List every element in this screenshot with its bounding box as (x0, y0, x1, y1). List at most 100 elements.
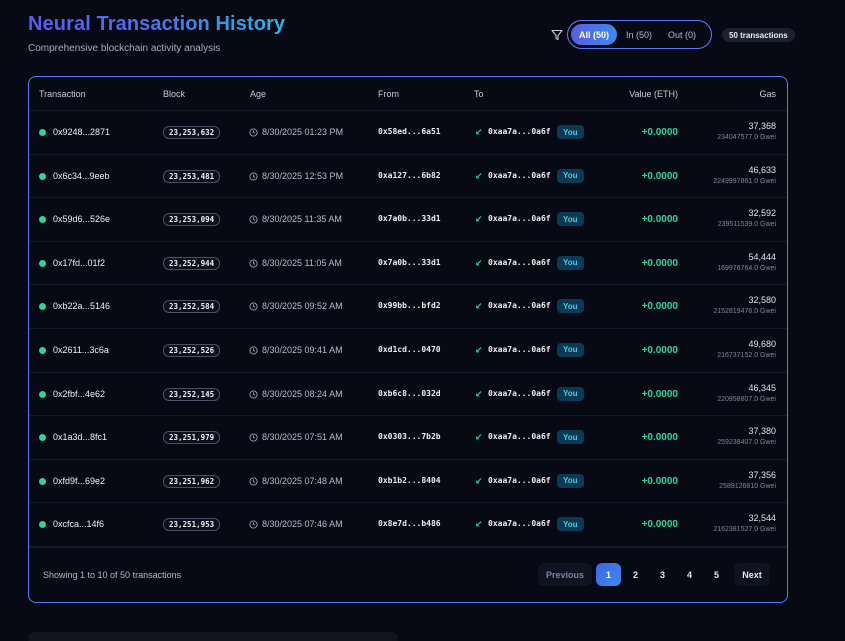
incoming-arrow-icon: ↙ (475, 257, 483, 268)
gas-used: 54,444 (748, 251, 776, 262)
to-address-link[interactable]: 0xaa7a...0a6f (488, 127, 551, 136)
table-row[interactable]: 0xb22a...5146 23,252,584 8/30/2025 09:52 A… (29, 285, 787, 329)
page-button-3[interactable]: 3 (650, 563, 675, 586)
transaction-age: 8/30/2025 09:41 AM (262, 344, 343, 355)
previous-page-button[interactable]: Previous (538, 563, 592, 586)
block-number-badge[interactable]: 23,252,584 (163, 300, 221, 314)
you-badge: You (557, 386, 584, 401)
gas-price: 239511539.0 Gwei (717, 221, 776, 229)
transaction-value: +0.0000 (641, 519, 678, 531)
from-address-link[interactable]: 0x99bb...bfd2 (378, 301, 441, 310)
to-address-link[interactable]: 0xaa7a...0a6f (488, 476, 551, 485)
incoming-arrow-icon: ↙ (475, 344, 483, 355)
you-badge: You (557, 255, 584, 270)
table-row[interactable]: 0x2fbf...4e62 23,252,145 8/30/2025 08:24 A… (29, 373, 787, 417)
clock-icon (249, 302, 258, 311)
block-number-badge[interactable]: 23,252,145 (163, 387, 221, 401)
transaction-hash-link[interactable]: 0xfd9f...69e2 (53, 476, 105, 486)
status-dot (39, 172, 46, 180)
transaction-hash-link[interactable]: 0x2fbf...4e62 (53, 389, 105, 399)
block-number-badge[interactable]: 23,253,094 (163, 213, 221, 227)
table-row[interactable]: 0xcfca...14f6 23,251,953 8/30/2025 07:46 A… (29, 503, 787, 547)
block-number-badge[interactable]: 23,251,979 (163, 431, 221, 445)
table-row[interactable]: 0x59d6...526e 23,253,094 8/30/2025 11:35 A… (29, 198, 787, 242)
you-badge: You (557, 517, 584, 532)
transaction-count-badge: 50 transactions (722, 28, 795, 42)
from-address-link[interactable]: 0xd1cd...0470 (378, 345, 441, 354)
you-badge: You (557, 473, 584, 488)
transaction-value: +0.0000 (641, 170, 678, 182)
block-number-badge[interactable]: 23,251,953 (163, 518, 221, 532)
clock-icon (249, 128, 258, 137)
from-address-link[interactable]: 0x0303...7b2b (378, 432, 441, 441)
block-number-badge[interactable]: 23,253,632 (163, 126, 221, 139)
gas-used: 37,356 (748, 469, 776, 480)
you-badge: You (557, 212, 584, 227)
status-dot (39, 390, 46, 398)
transaction-age: 8/30/2025 07:48 AM (262, 475, 343, 486)
to-address-link[interactable]: 0xaa7a...0a6f (488, 389, 551, 398)
table-row[interactable]: 0x9248...2871 23,253,632 8/30/2025 01:23 P… (29, 111, 787, 155)
to-address-link[interactable]: 0xaa7a...0a6f (488, 301, 551, 310)
filter-in-button[interactable]: In (50) (619, 24, 659, 45)
table-row[interactable]: 0x1a3d...8fc1 23,251,979 8/30/2025 07:51 A… (29, 416, 787, 460)
from-address-link[interactable]: 0x8e7d...b486 (378, 519, 441, 528)
table-footer: Showing 1 to 10 of 50 transactions Previ… (29, 547, 787, 602)
transaction-hash-link[interactable]: 0x6c34...9eeb (53, 171, 110, 181)
status-dot (39, 129, 46, 136)
from-address-link[interactable]: 0x7a0b...33d1 (378, 258, 441, 267)
transaction-hash-link[interactable]: 0x59d6...526e (53, 214, 110, 224)
transaction-hash-link[interactable]: 0x1a3d...8fc1 (53, 432, 107, 442)
next-page-button[interactable]: Next (734, 563, 770, 586)
table-row[interactable]: 0x2611...3c6a 23,252,526 8/30/2025 09:41 A… (29, 329, 787, 373)
transaction-hash-link[interactable]: 0xcfca...14f6 (53, 519, 104, 529)
clock-icon (249, 433, 258, 442)
transaction-age: 8/30/2025 07:51 AM (262, 432, 343, 443)
to-address-link[interactable]: 0xaa7a...0a6f (488, 171, 551, 180)
gas-used: 32,592 (748, 208, 776, 219)
page-button-1[interactable]: 1 (596, 563, 621, 586)
status-dot (39, 477, 46, 485)
to-address-link[interactable]: 0xaa7a...0a6f (488, 345, 551, 354)
you-badge: You (557, 342, 584, 357)
page-button-2[interactable]: 2 (623, 563, 648, 586)
table-row[interactable]: 0xfd9f...69e2 23,251,962 8/30/2025 07:48 A… (29, 460, 787, 504)
to-address-link[interactable]: 0xaa7a...0a6f (488, 258, 551, 267)
gas-used: 46,345 (748, 382, 776, 393)
from-address-link[interactable]: 0xb6c8...032d (378, 389, 441, 398)
block-number-badge[interactable]: 23,253,481 (163, 169, 221, 183)
page-button-5[interactable]: 5 (704, 563, 729, 586)
filter-icon[interactable] (551, 29, 563, 41)
from-address-link[interactable]: 0x7a0b...33d1 (378, 214, 441, 223)
from-address-link[interactable]: 0x58ed...6a51 (378, 127, 441, 136)
block-number-badge[interactable]: 23,252,944 (163, 256, 221, 270)
filter-out-button[interactable]: Out (0) (661, 24, 703, 45)
transaction-hash-link[interactable]: 0x17fd...01f2 (53, 258, 105, 268)
transaction-hash-link[interactable]: 0x9248...2871 (53, 127, 110, 137)
table-row[interactable]: 0x17fd...01f2 23,252,944 8/30/2025 11:05 A… (29, 242, 787, 286)
gas-price: 2589126810 Gwei (719, 482, 776, 490)
table-row[interactable]: 0x6c34...9eeb 23,253,481 8/30/2025 12:53 P… (29, 155, 787, 199)
page-button-4[interactable]: 4 (677, 563, 702, 586)
from-address-link[interactable]: 0xa127...6b82 (378, 171, 441, 180)
from-address-link[interactable]: 0xb1b2...8404 (378, 476, 441, 485)
to-address-link[interactable]: 0xaa7a...0a6f (488, 519, 551, 528)
clock-icon (249, 346, 258, 355)
incoming-arrow-icon: ↙ (475, 475, 483, 486)
pagination-summary: Showing 1 to 10 of 50 transactions (43, 570, 182, 580)
transaction-hash-link[interactable]: 0xb22a...5146 (53, 301, 110, 311)
gas-used: 37,380 (748, 426, 776, 437)
gas-price: 2152819476.0 Gwei (713, 308, 776, 316)
to-address-link[interactable]: 0xaa7a...0a6f (488, 432, 551, 441)
transaction-hash-link[interactable]: 0x2611...3c6a (53, 345, 109, 355)
block-number-badge[interactable]: 23,251,962 (163, 474, 221, 488)
filter-all-button[interactable]: All (50) (571, 24, 617, 45)
transaction-value: +0.0000 (641, 344, 678, 356)
to-address-link[interactable]: 0xaa7a...0a6f (488, 214, 551, 223)
incoming-arrow-icon: ↙ (475, 127, 483, 137)
next-section-placeholder (28, 632, 398, 641)
block-number-badge[interactable]: 23,252,526 (163, 343, 221, 357)
table-body: 0x9248...2871 23,253,632 8/30/2025 01:23 P… (29, 111, 787, 547)
you-badge: You (557, 430, 584, 445)
transaction-age: 8/30/2025 09:52 AM (262, 301, 343, 312)
